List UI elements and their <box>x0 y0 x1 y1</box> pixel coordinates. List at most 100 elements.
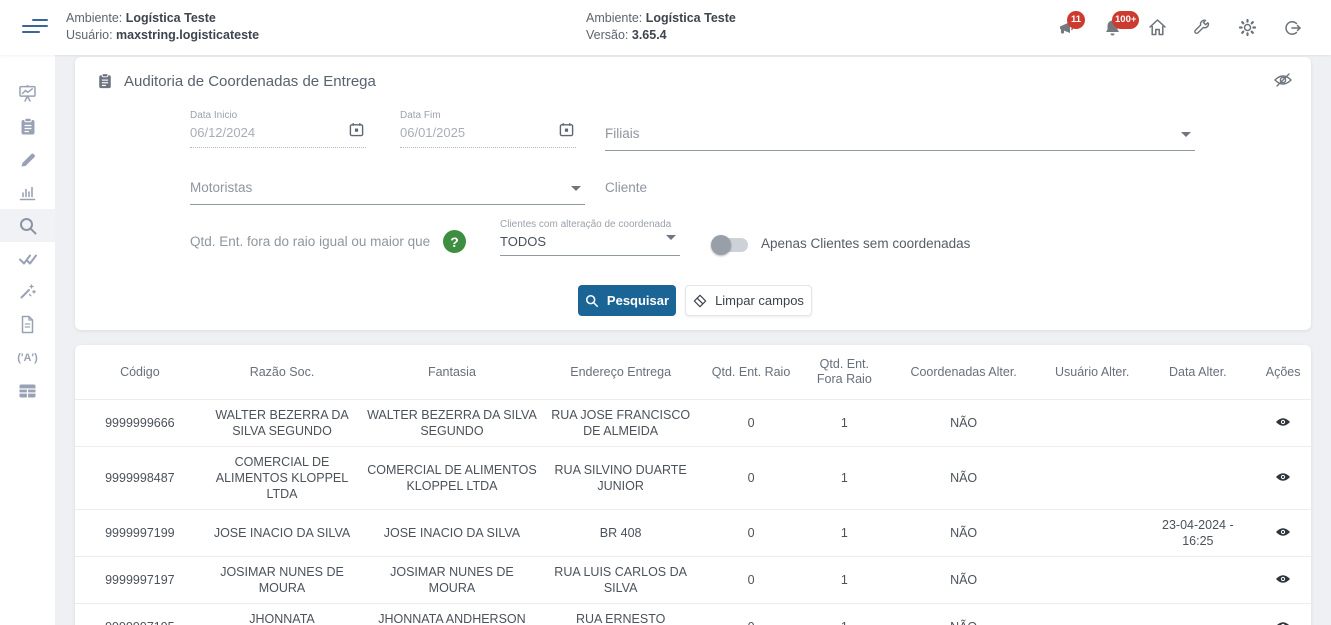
table-row: 9999998487 COMERCIAL DE ALIMENTOS KLOPPE… <box>75 447 1311 510</box>
clipboard-icon <box>19 117 37 136</box>
home-icon <box>1147 17 1168 38</box>
environment-info: Ambiente: Logística Teste Usuário: maxst… <box>66 10 259 44</box>
view-details-button[interactable] <box>1273 414 1293 433</box>
sidebar-item-search-audit[interactable] <box>0 209 55 242</box>
col-codigo: Código <box>75 345 205 400</box>
sem-coordenadas-toggle[interactable] <box>714 238 748 252</box>
home-button[interactable] <box>1144 15 1170 41</box>
eraser-icon <box>693 294 707 308</box>
cell-data-alter: 23-04-2024 - 16:25 <box>1140 510 1255 557</box>
data-fim-field[interactable]: Data Fim 06/01/2025 <box>400 110 576 148</box>
tools-button[interactable] <box>1189 15 1215 41</box>
cell-razao-social: JOSIMAR NUNES DE MOURA <box>205 557 359 604</box>
sidebar-item-edit[interactable] <box>0 143 55 176</box>
sidebar-item-broadcast[interactable]: ('A') <box>0 341 55 374</box>
page-title-row: Auditoria de Coordenadas de Entrega <box>97 72 376 90</box>
cell-qtd-ent-raio: 0 <box>697 447 806 510</box>
cell-acoes <box>1255 557 1311 604</box>
view-details-button[interactable] <box>1273 571 1293 590</box>
cliente-input[interactable] <box>605 180 1195 201</box>
eye-icon <box>1275 471 1291 483</box>
view-details-button[interactable] <box>1273 469 1293 488</box>
col-qtd-ent-raio: Qtd. Ent. Raio <box>697 345 806 400</box>
motoristas-select[interactable]: Motoristas <box>190 179 585 205</box>
cell-razao-social: COMERCIAL DE ALIMENTOS KLOPPEL LTDA <box>205 447 359 510</box>
settings-button[interactable] <box>1234 15 1260 41</box>
col-coordenadas-alter: Coordenadas Alter. <box>883 345 1044 400</box>
table-body: 9999999666 WALTER BEZERRA DA SILVA SEGUN… <box>75 400 1311 625</box>
cell-acoes <box>1255 400 1311 447</box>
chevron-down-icon <box>1181 132 1191 137</box>
col-fantasia: Fantasia <box>359 345 544 400</box>
qtd-fora-raio-field[interactable] <box>190 233 430 255</box>
results-table: Código Razão Soc. Fantasia Endereço Entr… <box>75 345 1311 625</box>
filter-card: Auditoria de Coordenadas de Entrega Data… <box>75 57 1311 330</box>
presentation-chart-icon <box>18 84 37 103</box>
sidebar-item-reports[interactable] <box>0 176 55 209</box>
sidebar-item-documents[interactable] <box>0 308 55 341</box>
cell-fantasia: JOSIMAR NUNES DE MOURA <box>359 557 544 604</box>
help-button[interactable]: ? <box>443 230 466 253</box>
sidebar-item-grid[interactable] <box>0 374 55 407</box>
cell-data-alter <box>1140 400 1255 447</box>
col-qtd-ent-fora-raio: Qtd. Ent. Fora Raio <box>805 345 883 400</box>
pesquisar-button[interactable]: Pesquisar <box>578 285 676 316</box>
qtd-fora-raio-input[interactable] <box>190 234 430 255</box>
alteracao-label: Clientes com alteração de coordenada <box>500 219 680 230</box>
cell-razao-social: JOSE INACIO DA SILVA <box>205 510 359 557</box>
table-row: 9999997195 JHONNATA ANDHERSON BATISTA JH… <box>75 604 1311 625</box>
table-header: Código Razão Soc. Fantasia Endereço Entr… <box>75 345 1311 400</box>
table-row: 9999997197 JOSIMAR NUNES DE MOURA JOSIMA… <box>75 557 1311 604</box>
cell-data-alter <box>1140 557 1255 604</box>
eye-icon <box>1275 526 1291 538</box>
sem-coordenadas-toggle-label: Apenas Clientes sem coordenadas <box>761 236 970 251</box>
page-title: Auditoria de Coordenadas de Entrega <box>124 73 376 90</box>
top-bar: Ambiente: Logística Teste Usuário: maxst… <box>0 0 1331 55</box>
limpar-campos-button[interactable]: Limpar campos <box>685 285 812 316</box>
cell-coordenadas-alter: NÃO <box>883 604 1044 625</box>
cell-qtd-ent-raio: 0 <box>697 557 806 604</box>
hide-filters-button[interactable] <box>1273 71 1293 92</box>
cell-coordenadas-alter: NÃO <box>883 400 1044 447</box>
cell-endereco-entrega: BR 408 <box>545 510 697 557</box>
calendar-icon <box>559 122 574 137</box>
calendar-button[interactable] <box>559 122 574 140</box>
data-inicio-field[interactable]: Data Inicio 06/12/2024 <box>190 110 366 148</box>
view-details-button[interactable] <box>1273 524 1293 543</box>
sidebar-item-tasks[interactable] <box>0 110 55 143</box>
cell-coordenadas-alter: NÃO <box>883 557 1044 604</box>
data-fim-label: Data Fim <box>400 110 576 121</box>
menu-toggle-button[interactable] <box>22 19 48 37</box>
search-icon <box>585 294 599 308</box>
cell-qtd-ent-fora-raio: 1 <box>805 400 883 447</box>
cell-acoes <box>1255 447 1311 510</box>
antenna-icon: ('A') <box>17 352 38 364</box>
cell-data-alter <box>1140 604 1255 625</box>
logout-button[interactable] <box>1279 15 1305 41</box>
sidebar-item-dashboard[interactable] <box>0 77 55 110</box>
chevron-down-icon <box>666 235 676 240</box>
notification-badge: 11 <box>1067 11 1085 29</box>
sidebar-item-approvals[interactable] <box>0 242 55 275</box>
alteracao-coordenada-select[interactable]: Clientes com alteração de coordenada TOD… <box>500 219 680 256</box>
calendar-button[interactable] <box>349 122 364 140</box>
toggle-knob <box>711 235 731 255</box>
question-mark-icon: ? <box>450 234 459 250</box>
notification-badge: 100+ <box>1112 11 1139 29</box>
sidebar-item-wizard[interactable] <box>0 275 55 308</box>
bell-notifications-button[interactable]: 100+ <box>1099 15 1125 41</box>
eye-slash-icon <box>1273 71 1293 89</box>
cell-usuario-alter <box>1044 400 1140 447</box>
cell-fantasia: WALTER BEZERRA DA SILVA SEGUNDO <box>359 400 544 447</box>
col-endereco-entrega: Endereço Entrega <box>545 345 697 400</box>
col-razao-social: Razão Soc. <box>205 345 359 400</box>
megaphone-notifications-button[interactable]: 11 <box>1054 15 1080 41</box>
filiais-select[interactable]: Filiais <box>605 125 1195 151</box>
hamburger-icon <box>32 19 48 21</box>
view-details-button[interactable] <box>1273 618 1293 625</box>
cliente-field[interactable] <box>605 179 1195 201</box>
data-inicio-value: 06/12/2024 <box>190 125 366 140</box>
cell-razao-social: WALTER BEZERRA DA SILVA SEGUNDO <box>205 400 359 447</box>
wrench-icon <box>1192 18 1212 38</box>
cell-qtd-ent-fora-raio: 1 <box>805 604 883 625</box>
